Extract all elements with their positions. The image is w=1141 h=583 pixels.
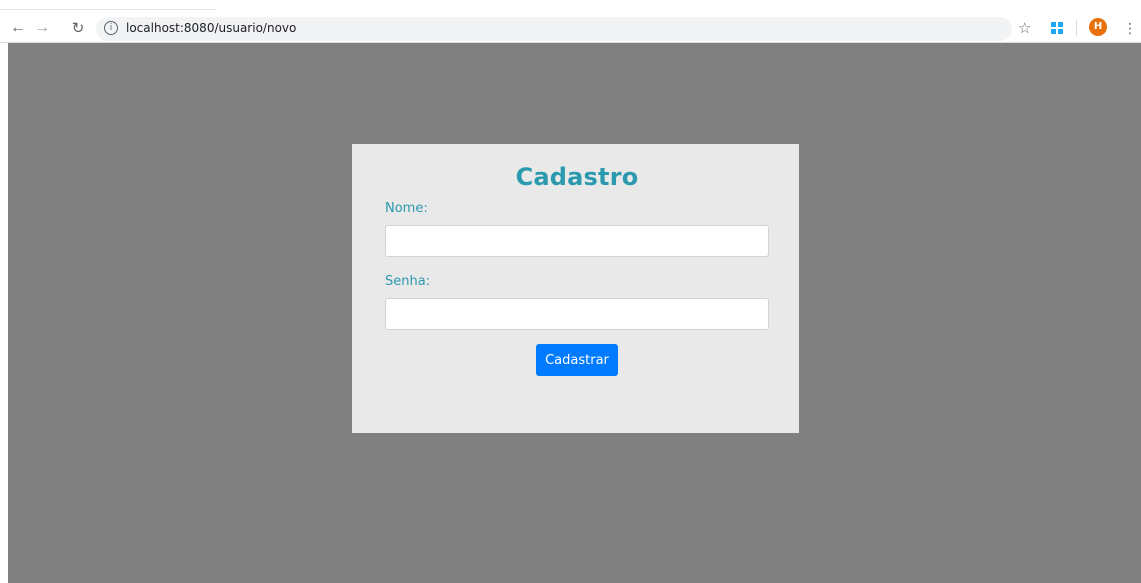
more-vertical-icon[interactable]: ⋮: [1123, 20, 1137, 37]
windows-icon[interactable]: [1051, 22, 1063, 34]
info-icon[interactable]: i: [104, 21, 118, 35]
tab-strip-edge: [0, 9, 216, 10]
page-title: Cadastro: [515, 163, 639, 191]
browser-toolbar: ← → ↻ i localhost:8080/usuario/novo ☆ H …: [0, 0, 1141, 43]
registration-card: Cadastro Nome: Senha: Cadastrar: [352, 144, 799, 433]
forward-icon[interactable]: →: [32, 18, 52, 38]
cadastrar-button[interactable]: Cadastrar: [536, 344, 618, 376]
senha-label: Senha:: [385, 274, 431, 289]
senha-input[interactable]: [385, 298, 769, 330]
address-bar[interactable]: i localhost:8080/usuario/novo: [96, 17, 1012, 41]
back-icon[interactable]: ←: [8, 18, 28, 38]
url-text[interactable]: localhost:8080/usuario/novo: [126, 21, 296, 35]
reload-icon[interactable]: ↻: [68, 18, 88, 38]
profile-avatar[interactable]: H: [1089, 18, 1107, 36]
nome-label: Nome:: [385, 201, 428, 216]
toolbar-divider: [1076, 20, 1077, 36]
star-icon[interactable]: ☆: [1018, 19, 1031, 37]
nome-input[interactable]: [385, 225, 769, 257]
